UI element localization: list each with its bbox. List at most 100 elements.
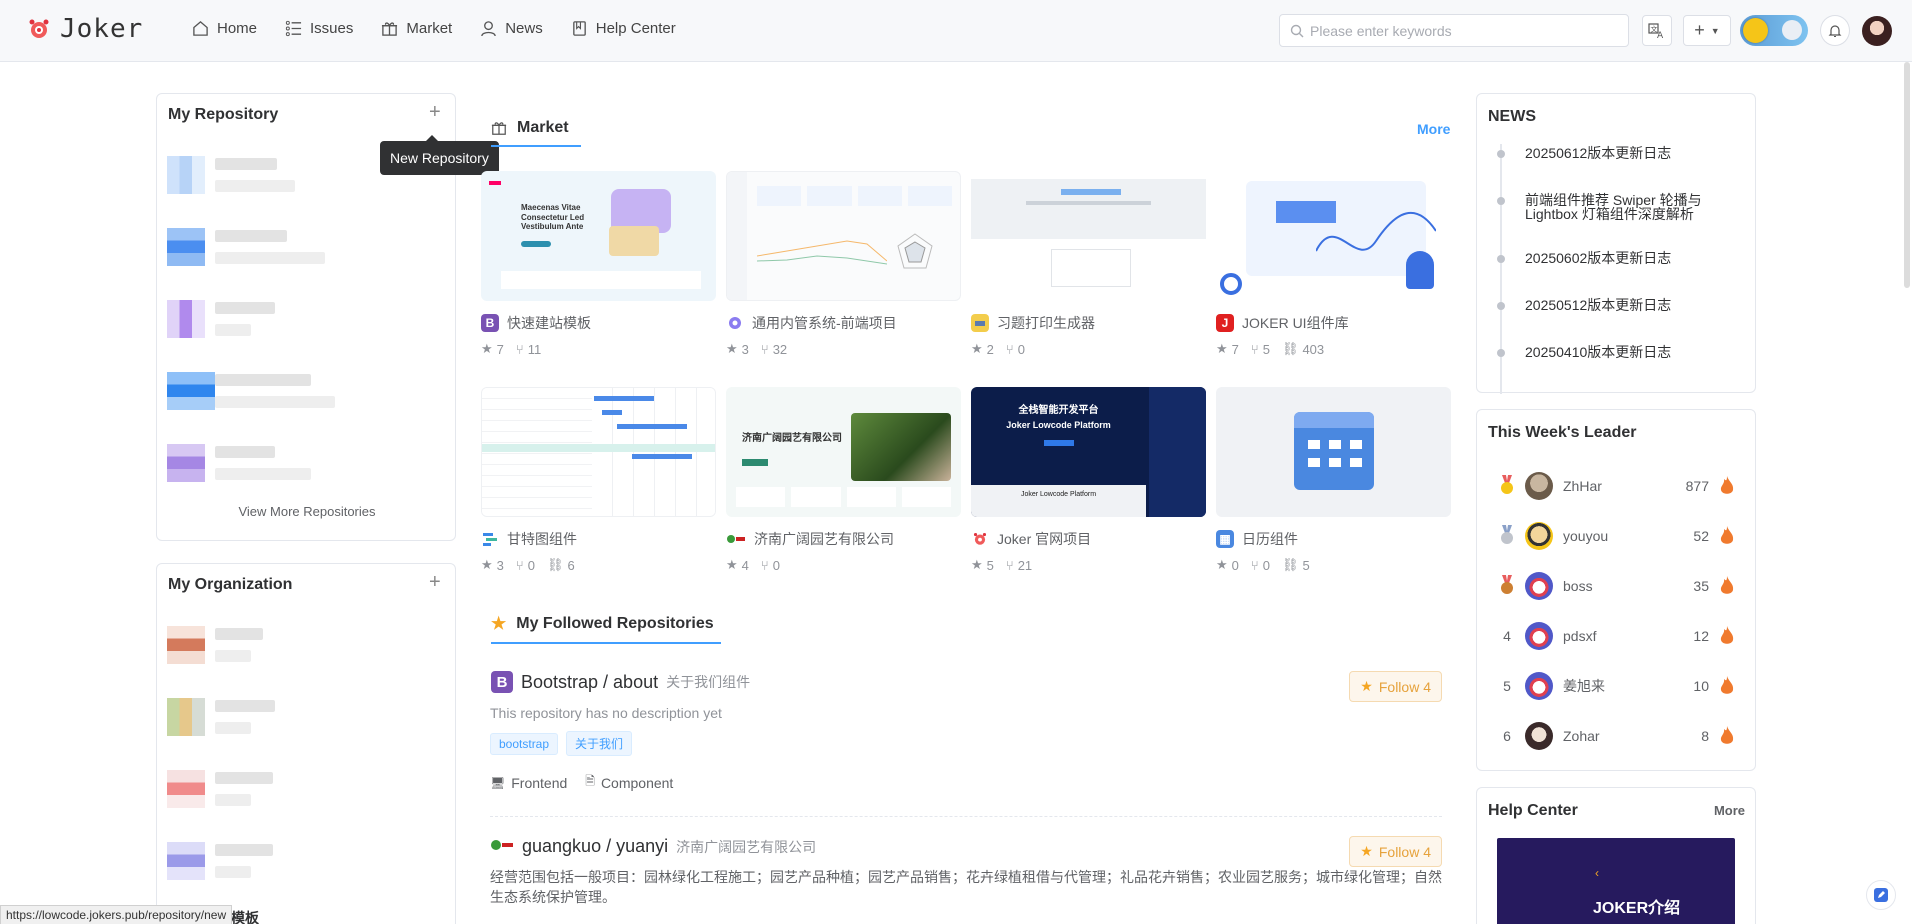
leader-row[interactable]: 6 Zohar 8 [1497, 719, 1735, 753]
followed-repo-link[interactable]: guangkuo / yuanyi [522, 836, 668, 857]
fork-count: 21 [1017, 557, 1033, 573]
followed-repo-link[interactable]: Bootstrap / about [521, 672, 658, 693]
org-list-item[interactable] [167, 838, 347, 882]
repo-name-blurred [215, 158, 277, 170]
followed-repo-meta: 🖥 Frontend 🗎 Component [490, 772, 1442, 793]
help-center-card: Help Center More ‹ JOKER介绍 [1476, 787, 1756, 924]
market-card[interactable]: J JOKER UI组件库 ★ 7 ⑂ 5 ⛓ 403 [1216, 171, 1451, 357]
meta-frontend-label: Frontend [511, 774, 568, 791]
followed-repo-tags: bootstrap 关于我们 [490, 731, 1442, 756]
translate-icon: 文A [1648, 22, 1664, 40]
timeline-dot [1497, 349, 1505, 357]
news-item[interactable]: 前端组件推荐 Swiper 轮播与 Lightbox 灯箱组件深度解析 [1497, 193, 1707, 221]
thumb-button-shape [521, 241, 551, 247]
printer-icon [971, 314, 989, 332]
leader-row[interactable]: boss 35 [1497, 569, 1735, 603]
plus-icon: + [1694, 20, 1705, 40]
logo[interactable]: Joker [28, 14, 143, 44]
market-card[interactable]: ▦ 日历组件 ★ 0 ⑂ 0 ⛓ 5 [1216, 387, 1451, 573]
thumb-gantt-bar [617, 424, 687, 429]
nav-help-center-label: Help Center [595, 20, 676, 37]
divider [490, 816, 1442, 817]
star-count: 7 [496, 341, 504, 357]
leader-name: pdsxf [1563, 628, 1597, 644]
notifications-button[interactable] [1820, 15, 1850, 46]
avatar [1525, 472, 1553, 500]
market-underline [491, 145, 581, 147]
nav-issues[interactable]: Issues [285, 20, 353, 37]
link-icon: ⛓ [1281, 557, 1299, 572]
market-card[interactable]: 通用内管系统-前端项目 ★ 3 ⑂ 32 [726, 171, 961, 357]
leader-row[interactable]: youyou 52 [1497, 519, 1735, 553]
star-stat: ★ 3 [481, 557, 504, 573]
market-card[interactable]: 甘特图组件 ★ 3 ⑂ 0 ⛓ 6 [481, 387, 716, 573]
market-item-name: 济南广阔园艺有限公司 [726, 529, 961, 549]
news-item[interactable]: 20250512版本更新日志 [1497, 298, 1707, 312]
flame-icon [1720, 676, 1734, 694]
leader-row[interactable]: 5 姜旭来 10 [1497, 669, 1735, 703]
view-more-repositories-link[interactable]: View More Repositories [157, 504, 457, 519]
news-item[interactable]: 20250410版本更新日志 [1497, 345, 1707, 359]
create-dropdown-button[interactable]: + ▼ [1683, 15, 1731, 46]
leader-row[interactable]: 4 pdsxf 12 [1497, 619, 1735, 653]
tag[interactable]: bootstrap [490, 733, 559, 755]
followed-repo-subtitle: 济南广阔园艺有限公司 [676, 838, 817, 855]
floating-edit-button[interactable] [1866, 880, 1896, 910]
user-avatar[interactable] [1862, 16, 1892, 46]
repo-list-item[interactable] [167, 152, 347, 196]
market-card[interactable]: 济南广阔园艺有限公司 济南广阔园艺有限公司 ★ 4 ⑂ 0 [726, 387, 961, 573]
market-stats: ★ 2 ⑂ 0 [971, 341, 1206, 357]
market-item-name: J JOKER UI组件库 [1216, 313, 1451, 333]
nav-help-center[interactable]: Help Center [571, 20, 676, 37]
market-card[interactable]: 习题打印生成器 ★ 2 ⑂ 0 [971, 171, 1206, 357]
thumb-sidebar [727, 172, 747, 300]
repo-list-item[interactable] [167, 224, 347, 268]
help-center-more-link[interactable]: More [1714, 803, 1745, 818]
help-center-banner[interactable]: ‹ JOKER介绍 [1497, 838, 1735, 924]
market-card[interactable]: 全栈智能开发平台 Joker Lowcode Platform Joker Lo… [971, 387, 1206, 573]
star-icon: ★ [1360, 678, 1373, 694]
org-list-item[interactable] [167, 694, 347, 738]
star-stat: ★ 5 [971, 557, 994, 573]
news-item[interactable]: 20250602版本更新日志 [1497, 251, 1707, 265]
market-item-label: 甘特图组件 [507, 531, 577, 547]
theme-toggle[interactable] [1740, 15, 1808, 46]
link-stat: ⛓ 5 [1282, 557, 1310, 573]
repo-list-item[interactable] [167, 440, 347, 484]
org-desc-blurred [215, 722, 251, 734]
search-box[interactable] [1279, 14, 1629, 47]
repo-list-item[interactable] [167, 296, 347, 340]
thumb-hero-band [971, 179, 1206, 239]
page-scrollbar[interactable] [1904, 62, 1910, 288]
add-repository-button[interactable]: + [429, 101, 441, 124]
follow-button[interactable]: ★ Follow 4 [1349, 671, 1442, 702]
news-item[interactable]: 20250612版本更新日志 [1497, 146, 1707, 160]
add-organization-button[interactable]: + [429, 571, 441, 594]
nav-news[interactable]: News [480, 20, 543, 37]
nav-home[interactable]: Home [192, 20, 257, 37]
follow-button[interactable]: ★ Follow 4 [1349, 836, 1442, 867]
fork-stat: ⑂ 32 [761, 341, 787, 357]
meta-frontend: 🖥 Frontend [490, 772, 567, 793]
market-more-link[interactable]: More [1417, 121, 1450, 137]
star-icon: ★ [1216, 341, 1228, 356]
nav-market[interactable]: Market [381, 20, 452, 37]
market-stats: ★ 0 ⑂ 0 ⛓ 5 [1216, 557, 1451, 573]
translate-button[interactable]: 文A [1642, 15, 1672, 46]
repo-avatar [167, 444, 205, 482]
star-icon: ★ [726, 557, 738, 572]
gear-flower-icon [726, 314, 744, 332]
tag[interactable]: 关于我们 [566, 731, 633, 756]
market-card[interactable]: Maecenas Vitae Consectetur Led Vestibulu… [481, 171, 716, 357]
leader-name: ZhHar [1563, 478, 1602, 494]
search-input[interactable] [1310, 22, 1610, 39]
timeline-dot [1497, 302, 1505, 310]
thumb-line-chart [757, 240, 887, 265]
leader-row[interactable]: ZhHar 877 [1497, 469, 1735, 503]
link-count: 5 [1302, 557, 1310, 573]
bronze-medal-icon [1497, 574, 1517, 598]
org-list-item[interactable] [167, 766, 347, 810]
org-list-item[interactable] [167, 622, 347, 666]
gold-medal-icon [1497, 474, 1517, 498]
repo-list-item[interactable] [167, 368, 347, 412]
